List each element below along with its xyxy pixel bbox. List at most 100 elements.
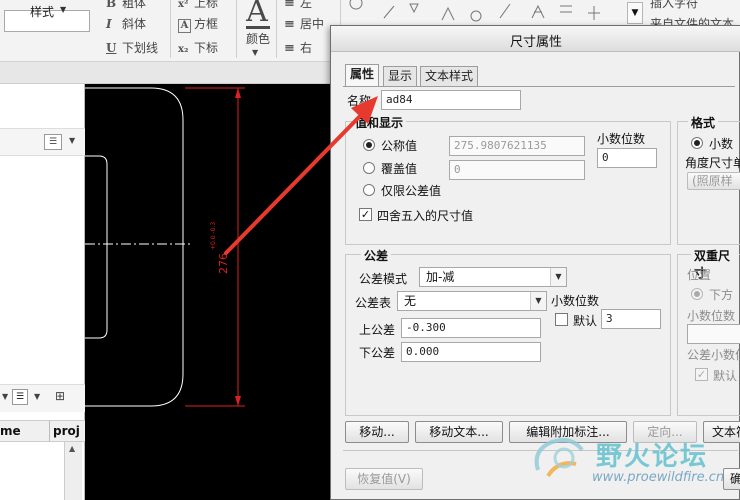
tolerance-only-radio[interactable] — [363, 184, 375, 196]
restore-values-button[interactable]: 恢复值(V) — [345, 468, 423, 490]
plus-symbol-icon — [588, 6, 600, 20]
equal-symbol-icon — [560, 5, 572, 13]
align-right-icon: ≡ — [284, 41, 295, 56]
tolerance-default-checkbox[interactable] — [555, 313, 568, 326]
column-name-header[interactable]: me — [0, 424, 21, 438]
box-button[interactable]: A 方框 — [178, 15, 218, 33]
text-color-icon: A — [246, 0, 268, 29]
lower-tolerance-input[interactable]: 0.000 — [401, 342, 541, 362]
superscript-button[interactable]: x² 上标 — [178, 0, 218, 12]
dual-decimals-input[interactable] — [687, 324, 740, 344]
chevron-down-icon[interactable]: ▼ — [60, 5, 66, 14]
tolerance-mode-select[interactable]: 加-减 ▼ — [419, 267, 567, 287]
italic-button[interactable]: I 斜体 — [106, 15, 146, 33]
graphics-window[interactable]: 276 +0.0 -0.3 — [85, 84, 333, 500]
decimal-radio[interactable] — [691, 137, 703, 149]
name-input[interactable]: ad84 — [381, 90, 521, 110]
align-center-label: 居中 — [300, 17, 325, 31]
dimension-tolerance-text[interactable]: +0.0 -0.3 — [210, 222, 217, 250]
chevron-down-icon[interactable]: ▼ — [69, 136, 75, 145]
tab-properties[interactable]: 属性 — [345, 64, 380, 87]
chevron-down-icon[interactable]: ▼ — [530, 292, 546, 310]
watermark-logo-icon — [534, 438, 584, 478]
tolerance-decimals-input[interactable]: 3 — [601, 309, 661, 329]
dual-below-label: 下方 — [709, 288, 734, 302]
dimension-properties-dialog: 尺寸属性 属性 显示 文本样式 名称 ad84 值和显示 公称值 275.980… — [330, 25, 740, 500]
underline-button[interactable]: U 下划线 — [106, 39, 158, 57]
ribbon-divider — [236, 0, 237, 58]
dual-default-label: 默认 — [713, 369, 738, 383]
align-left-button[interactable]: ≡ 左 — [284, 0, 312, 12]
tolerance-table-label: 公差表 — [355, 296, 392, 310]
drawing-canvas[interactable]: 276 +0.0 -0.3 — [85, 84, 333, 500]
align-left-label: 左 — [300, 0, 313, 10]
chevron-down-icon[interactable]: ▼ — [2, 392, 8, 401]
tolerance-decimals-label: 小数位数 — [551, 294, 600, 308]
vertical-scrollbar[interactable]: ▲ — [64, 442, 82, 500]
rounded-value-checkbox[interactable]: ✓ — [359, 208, 372, 221]
upper-tolerance-input[interactable]: -0.300 — [401, 318, 541, 338]
watermark-url: www.proewildfire.cn — [592, 470, 725, 485]
name-label: 名称 — [347, 94, 372, 108]
angle-units-label: 角度尺寸单 — [685, 156, 740, 170]
scroll-up-icon[interactable]: ▲ — [69, 444, 75, 453]
align-right-label: 右 — [300, 41, 313, 55]
style-group-label[interactable]: 样式 — [30, 3, 54, 20]
tolerance-table-value: 无 — [404, 294, 417, 308]
underline-icon: U — [106, 41, 117, 55]
text-symbol-button[interactable]: 文本符 — [703, 421, 740, 443]
subscript-button[interactable]: x₂ 下标 — [178, 39, 218, 57]
move-text-button[interactable]: 移动文本... — [415, 421, 503, 443]
align-right-button[interactable]: ≡ 右 — [284, 39, 312, 57]
override-value-field[interactable]: 0 — [449, 160, 585, 180]
dimension-arrowhead — [235, 396, 241, 406]
bold-label: 粗体 — [122, 0, 147, 10]
part-outline — [85, 87, 184, 407]
filter-icon[interactable]: ⊞ — [55, 389, 77, 407]
text-color-button[interactable]: 颜色 — [246, 30, 270, 48]
insert-symbol-button[interactable]: 插入字符 — [650, 0, 698, 12]
angle-symbol-icon — [441, 6, 455, 21]
superscript-icon: x² — [178, 0, 189, 10]
column-project-header[interactable]: proj — [53, 424, 80, 438]
move-button[interactable]: 移动... — [345, 421, 409, 443]
override-radio[interactable] — [363, 162, 375, 174]
model-tree-toolbar: ▼ ☰ ▼ ⊞ — [0, 384, 85, 412]
ribbon-group-strip — [0, 62, 330, 84]
align-left-icon: ≡ — [284, 0, 295, 11]
circle-symbol-icon — [470, 10, 482, 22]
triangle-symbol-icon — [409, 3, 419, 14]
tolerance-only-label: 仅限公差值 — [381, 184, 442, 198]
bold-icon: B — [106, 0, 117, 10]
format-group-title: 格式 — [688, 114, 719, 131]
tolerance-table-select[interactable]: 无 ▼ — [397, 291, 547, 311]
tree-settings-icon[interactable]: ☰ — [12, 389, 28, 405]
tab-underline — [343, 86, 735, 87]
decimals-input[interactable]: 0 — [597, 148, 657, 168]
bold-button[interactable]: B 粗体 — [106, 0, 146, 12]
ribbon-divider — [276, 0, 277, 58]
chevron-down-icon[interactable]: ▼ — [34, 392, 40, 401]
dual-below-radio[interactable] — [691, 288, 703, 300]
slash-symbol-icon — [499, 3, 511, 19]
tab-text-style[interactable]: 文本样式 — [420, 66, 479, 86]
text-color-label: 颜色 — [246, 32, 271, 46]
italic-icon: I — [106, 17, 112, 31]
ok-button[interactable]: 确 — [723, 468, 740, 490]
nominal-radio[interactable] — [363, 139, 375, 151]
nominal-value-field[interactable]: 275.9807621135 — [449, 136, 585, 156]
angle-units-button[interactable]: (照原样 — [687, 172, 740, 190]
symbol-gallery[interactable] — [344, 0, 624, 24]
circle-symbol-icon — [349, 0, 363, 10]
chevron-down-icon[interactable]: ▼ — [550, 268, 566, 286]
dual-default-checkbox[interactable]: ✓ — [695, 368, 708, 381]
dimension-value-text[interactable]: 276 — [217, 253, 230, 274]
italic-label: 斜体 — [122, 17, 147, 31]
tab-display[interactable]: 显示 — [383, 66, 418, 86]
text-color-swatch — [246, 26, 270, 29]
gallery-scroll-button[interactable]: ▼ — [627, 2, 643, 24]
insert-symbol-label: 插入字符 — [650, 0, 699, 10]
column-divider[interactable] — [49, 421, 50, 441]
align-center-button[interactable]: ≡ 居中 — [284, 15, 324, 33]
list-icon[interactable]: ☰ — [44, 134, 62, 150]
